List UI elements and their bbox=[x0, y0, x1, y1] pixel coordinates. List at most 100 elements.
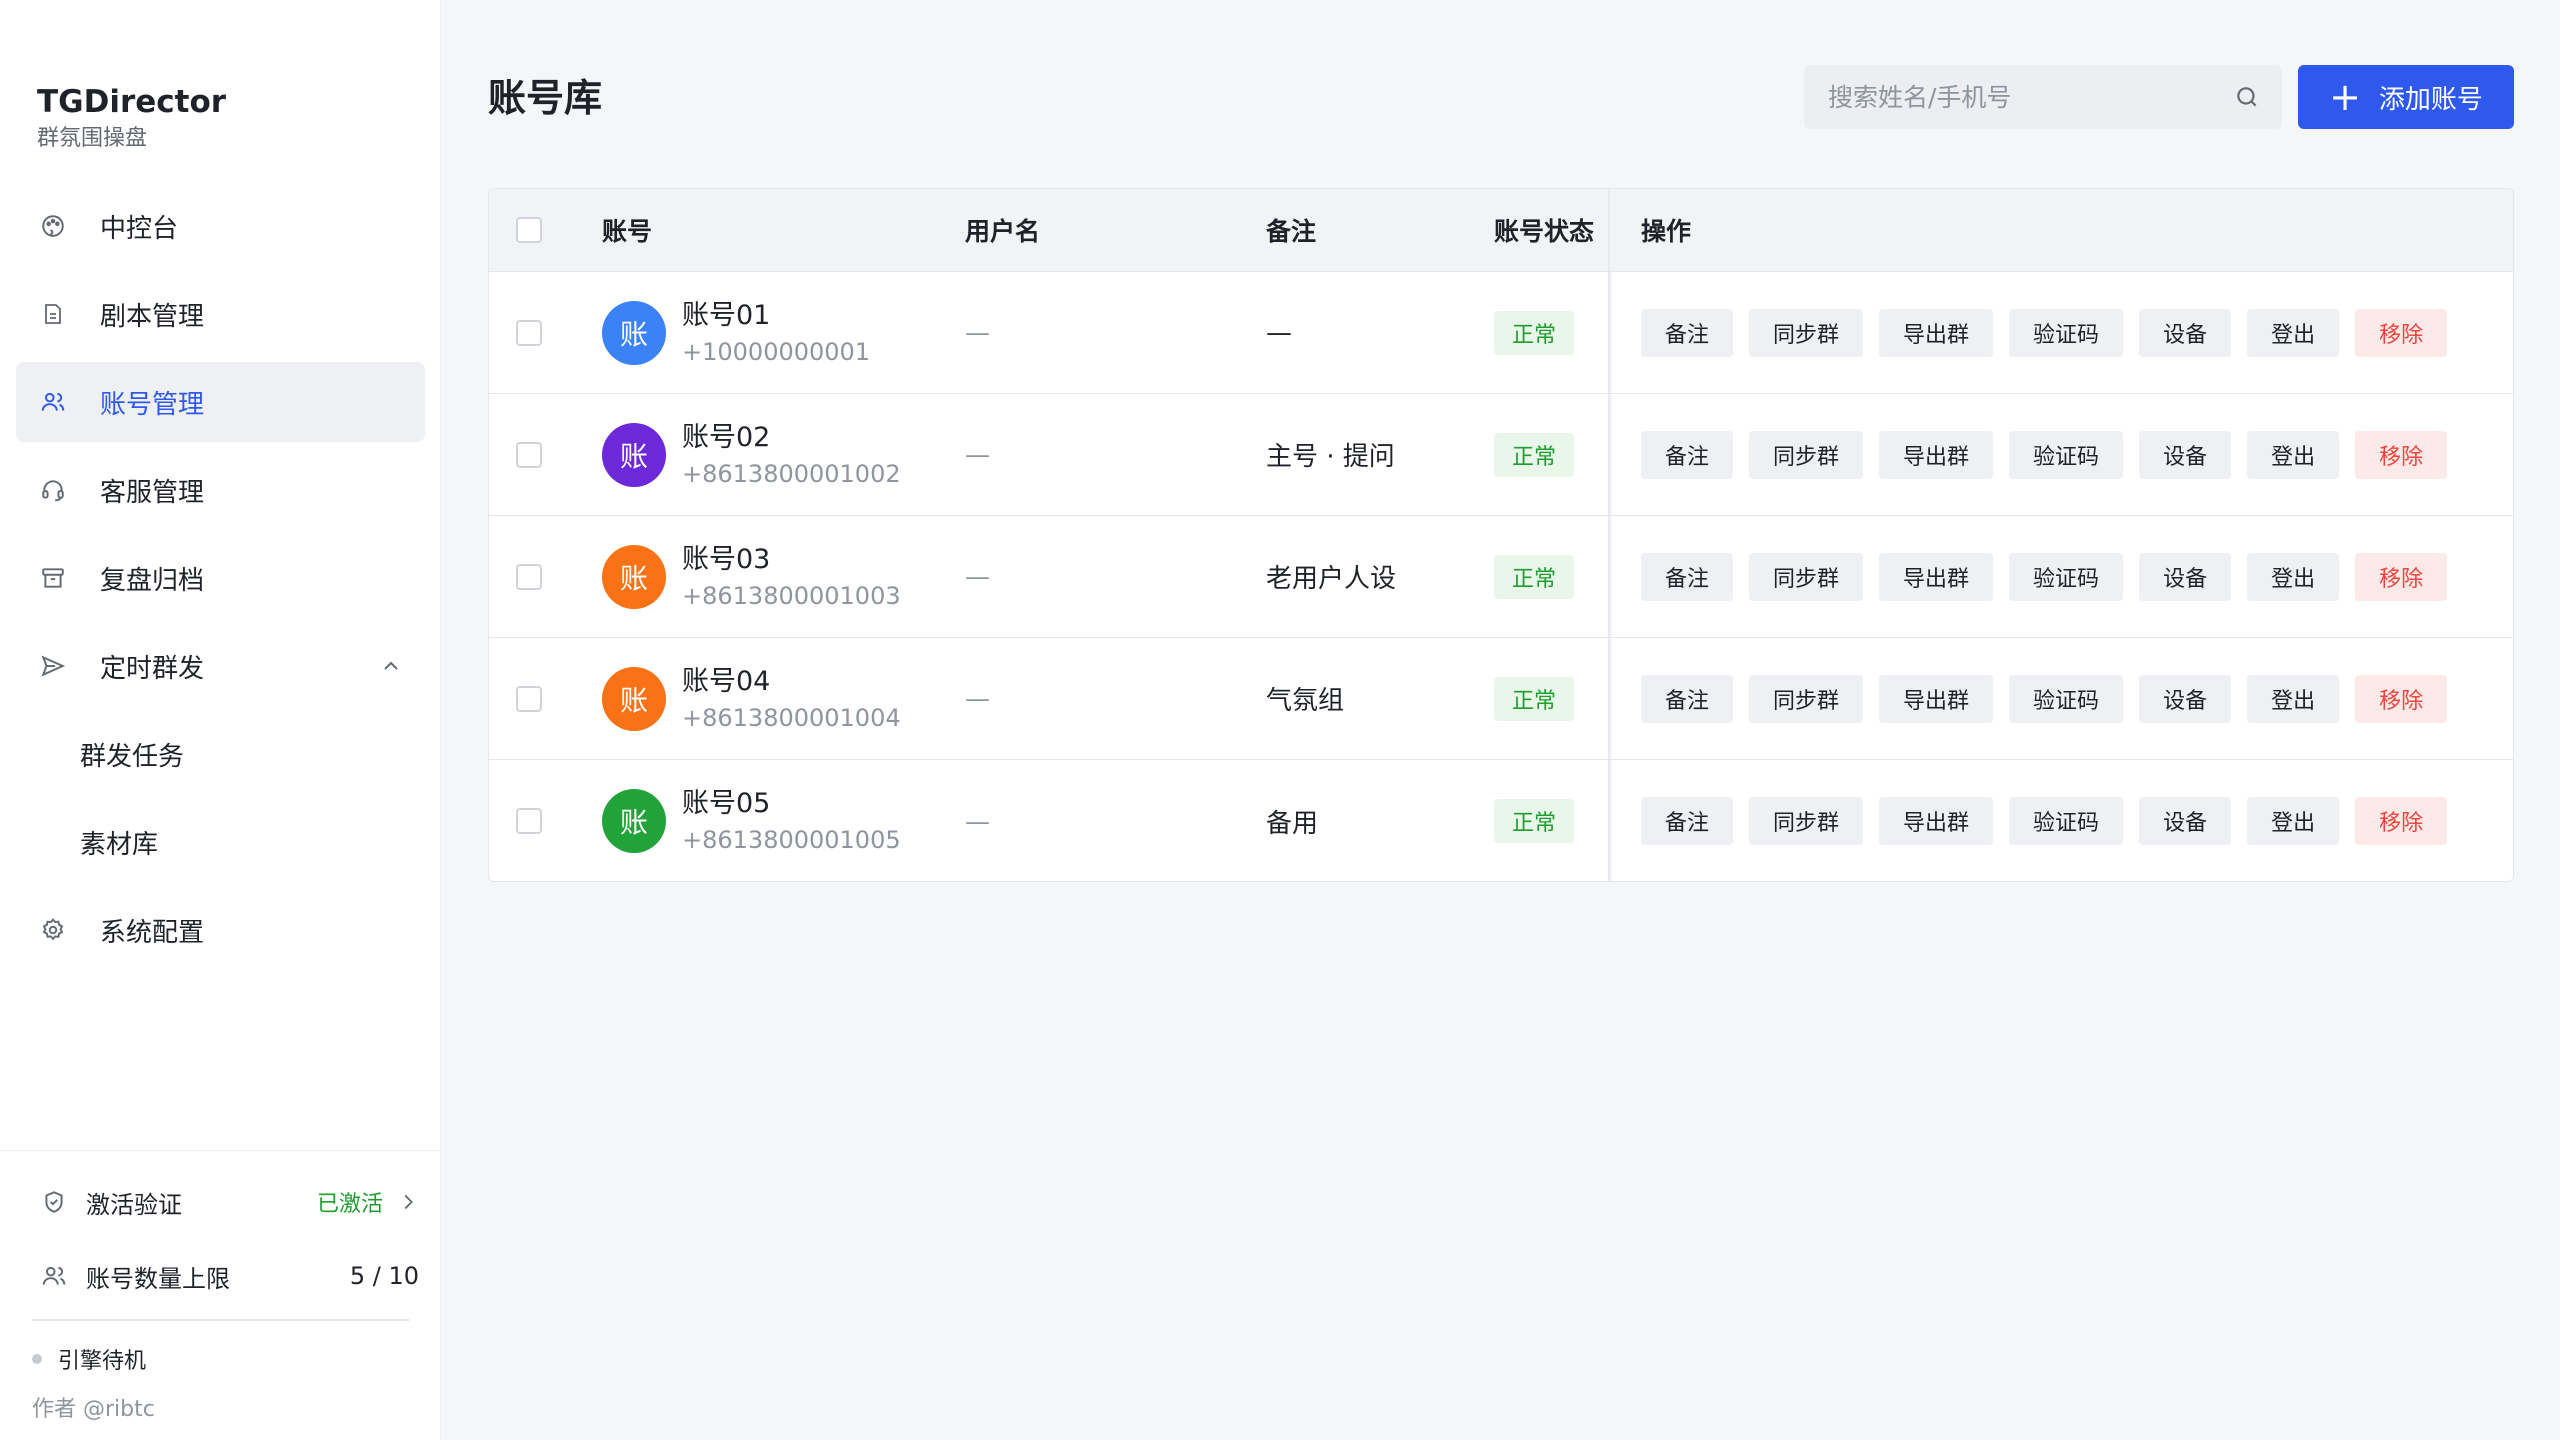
ops-cell: 备注 同步群 导出群 验证码 设备 登出 移除 bbox=[1641, 638, 2448, 759]
note-button[interactable]: 备注 bbox=[1641, 674, 1734, 723]
devices-button[interactable]: 设备 bbox=[2139, 430, 2232, 479]
account-name: 账号03 bbox=[682, 543, 771, 575]
devices-button[interactable]: 设备 bbox=[2139, 674, 2232, 723]
row-select-cell bbox=[516, 394, 542, 515]
sync-groups-button[interactable]: 同步群 bbox=[1749, 674, 1864, 723]
note-cell: 老用户人设 bbox=[1266, 564, 1397, 594]
logout-button[interactable]: 登出 bbox=[2247, 552, 2340, 601]
devices-button[interactable]: 设备 bbox=[2139, 308, 2232, 357]
status-badge: 正常 bbox=[1494, 310, 1575, 355]
ops-cell: 备注 同步群 导出群 验证码 设备 登出 移除 bbox=[1641, 516, 2448, 637]
account-info: 账号04 +8613800001004 bbox=[682, 664, 901, 734]
export-groups-button[interactable]: 导出群 bbox=[1879, 797, 1994, 845]
remove-button[interactable]: 移除 bbox=[2355, 674, 2448, 723]
chevron-up-icon[interactable] bbox=[379, 654, 403, 678]
devices-button[interactable]: 设备 bbox=[2139, 552, 2232, 601]
sidebar-item-settings[interactable]: 系统配置 bbox=[16, 890, 425, 970]
column-header-status: 账号状态 bbox=[1494, 217, 1595, 246]
note-button[interactable]: 备注 bbox=[1641, 430, 1734, 479]
add-account-button[interactable]: + 添加账号 bbox=[2298, 65, 2514, 129]
account-name: 账号01 bbox=[682, 299, 771, 331]
account-limit-row: 账号数量上限 5 / 10 bbox=[0, 1239, 441, 1313]
remove-button[interactable]: 移除 bbox=[2355, 552, 2448, 601]
search-icon[interactable] bbox=[2234, 84, 2260, 110]
username-cell: — bbox=[965, 440, 990, 469]
sync-groups-button[interactable]: 同步群 bbox=[1749, 797, 1864, 845]
remove-button[interactable]: 移除 bbox=[2355, 797, 2448, 845]
users-icon bbox=[38, 387, 68, 417]
sync-groups-button[interactable]: 同步群 bbox=[1749, 552, 1864, 601]
select-all-checkbox[interactable] bbox=[516, 217, 542, 243]
sidebar-item-accounts[interactable]: 账号管理 bbox=[16, 362, 425, 442]
activation-row[interactable]: 激活验证 已激活 bbox=[0, 1165, 441, 1239]
verification-code-button[interactable]: 验证码 bbox=[2009, 430, 2124, 479]
add-account-label: 添加账号 bbox=[2378, 84, 2483, 115]
note-button[interactable]: 备注 bbox=[1641, 308, 1734, 357]
engine-status-label: 引擎待机 bbox=[58, 1349, 147, 1374]
search-input[interactable] bbox=[1828, 82, 2234, 112]
verification-code-button[interactable]: 验证码 bbox=[2009, 674, 2124, 723]
accounts-table: 账号 用户名 备注 账号状态 操作 账账号01 +10000000001— — 正常备… bbox=[488, 188, 2514, 882]
account-phone: +8613800001003 bbox=[682, 581, 901, 610]
username-cell: — bbox=[965, 684, 990, 713]
export-groups-button[interactable]: 导出群 bbox=[1879, 674, 1994, 723]
row-checkbox[interactable] bbox=[516, 319, 542, 346]
export-groups-button[interactable]: 导出群 bbox=[1879, 552, 1994, 601]
sidebar: TGDirector 群氛围操盘 中控台 剧本管理 账号管理 客服管理 复盘归档… bbox=[0, 0, 441, 1440]
sidebar-item-scripts[interactable]: 剧本管理 bbox=[16, 274, 425, 354]
row-checkbox[interactable] bbox=[516, 685, 542, 712]
export-groups-button[interactable]: 导出群 bbox=[1879, 430, 1994, 479]
sticky-column-divider bbox=[1608, 272, 1612, 393]
account-cell: 账账号01 +10000000001 bbox=[602, 272, 870, 393]
sidebar-item-archive[interactable]: 复盘归档 bbox=[16, 538, 425, 618]
engine-status: 引擎待机 bbox=[0, 1343, 441, 1375]
logout-button[interactable]: 登出 bbox=[2247, 674, 2340, 723]
note-button[interactable]: 备注 bbox=[1641, 552, 1734, 601]
note-cell: 气氛组 bbox=[1266, 686, 1345, 716]
devices-button[interactable]: 设备 bbox=[2139, 797, 2232, 845]
verification-code-button[interactable]: 验证码 bbox=[2009, 552, 2124, 601]
row-checkbox[interactable] bbox=[516, 441, 542, 468]
verification-code-button[interactable]: 验证码 bbox=[2009, 308, 2124, 357]
ops-cell: 备注 同步群 导出群 验证码 设备 登出 移除 bbox=[1641, 394, 2448, 515]
table-row: 账账号02 +8613800001002 — 主号 · 提问 正常 备注 同步群 导出群 验证码… bbox=[489, 394, 2513, 516]
row-select-cell bbox=[516, 760, 542, 881]
gear-icon bbox=[38, 915, 68, 945]
note-button[interactable]: 备注 bbox=[1641, 797, 1734, 845]
logout-button[interactable]: 登出 bbox=[2247, 308, 2340, 357]
row-select-cell bbox=[516, 272, 542, 393]
account-name: 账号04 bbox=[682, 665, 771, 697]
account-phone: +8613800001002 bbox=[682, 459, 901, 488]
table-header: 账号 用户名 备注 账号状态 操作 bbox=[489, 189, 2513, 272]
status-cell: 正常 bbox=[1494, 638, 1575, 759]
sidebar-subitem-material-library[interactable]: 素材库 bbox=[16, 802, 425, 882]
remove-button[interactable]: 移除 bbox=[2355, 430, 2448, 479]
export-groups-button[interactable]: 导出群 bbox=[1879, 308, 1994, 357]
row-checkbox[interactable] bbox=[516, 808, 542, 834]
account-phone: +8613800001005 bbox=[682, 826, 901, 854]
verification-code-button[interactable]: 验证码 bbox=[2009, 797, 2124, 845]
sidebar-subitem-broadcast-tasks[interactable]: 群发任务 bbox=[16, 714, 425, 794]
avatar: 账 bbox=[602, 789, 666, 853]
ops-cell: 备注 同步群 导出群 验证码 设备 登出 移除 bbox=[1641, 272, 2448, 393]
row-checkbox[interactable] bbox=[516, 563, 542, 590]
sidebar-item-dashboard[interactable]: 中控台 bbox=[16, 186, 425, 266]
sync-groups-button[interactable]: 同步群 bbox=[1749, 308, 1864, 357]
row-actions: 备注 同步群 导出群 验证码 设备 登出 移除 bbox=[1641, 797, 2448, 845]
account-name: 账号02 bbox=[682, 421, 771, 453]
sidebar-subitem-label: 群发任务 bbox=[80, 741, 185, 772]
remove-button[interactable]: 移除 bbox=[2355, 308, 2448, 357]
sidebar-item-support[interactable]: 客服管理 bbox=[16, 450, 425, 530]
account-phone: +10000000001 bbox=[682, 337, 871, 366]
note-cell: — bbox=[1266, 317, 1292, 348]
sidebar-item-label: 剧本管理 bbox=[100, 301, 205, 332]
sync-groups-button[interactable]: 同步群 bbox=[1749, 430, 1864, 479]
logout-button[interactable]: 登出 bbox=[2247, 797, 2340, 845]
status-dot bbox=[32, 1354, 42, 1364]
sidebar-item-label: 系统配置 bbox=[100, 917, 205, 948]
brand: TGDirector 群氛围操盘 bbox=[37, 82, 226, 154]
column-header-ops: 操作 bbox=[1641, 217, 1692, 246]
sidebar-item-scheduled-broadcast[interactable]: 定时群发 bbox=[16, 626, 425, 706]
logout-button[interactable]: 登出 bbox=[2247, 430, 2340, 479]
account-info: 账号02 +8613800001002 bbox=[682, 420, 901, 490]
